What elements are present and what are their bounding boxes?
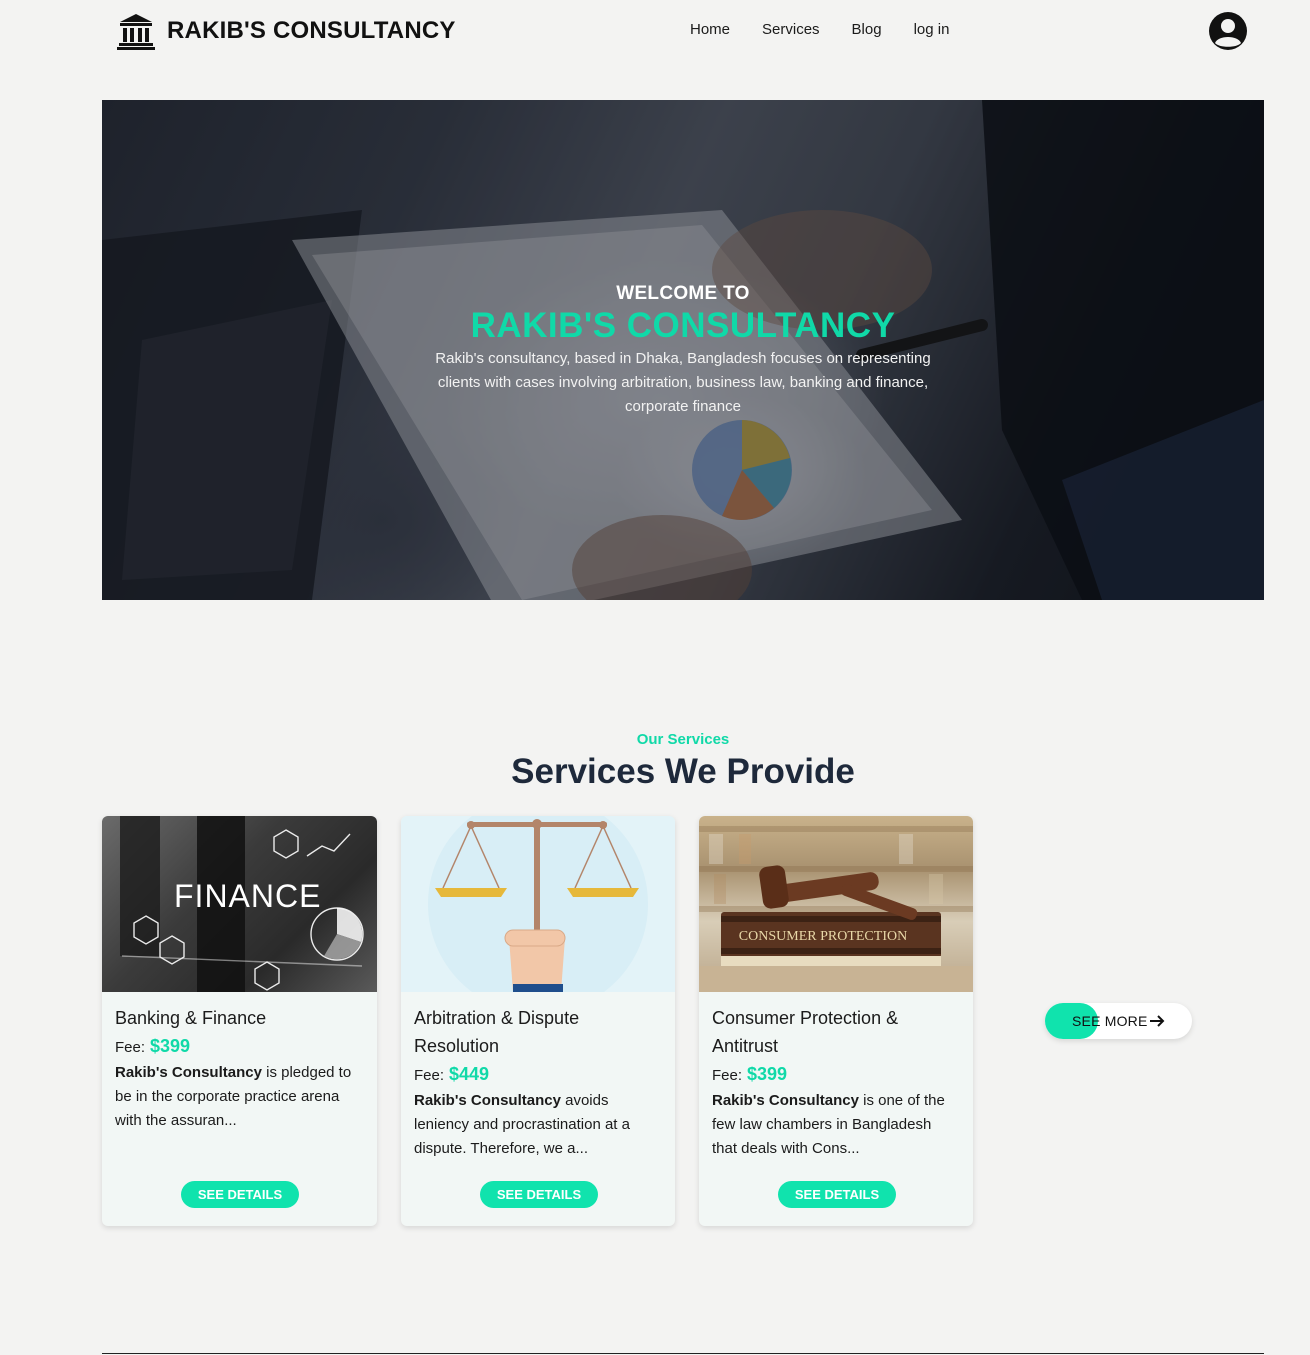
brand-name: RAKIB'S CONSULTANCY <box>167 17 456 44</box>
hero-description: Rakib's consultancy, based in Dhaka, Ban… <box>435 350 931 415</box>
nav-link-blog[interactable]: Blog <box>852 21 882 38</box>
card-fee: Fee: $399 <box>115 1036 364 1057</box>
nav-link-services[interactable]: Services <box>762 21 820 38</box>
nav-link-login[interactable]: log in <box>914 21 950 38</box>
see-details-button[interactable]: SEE DETAILS <box>480 1181 598 1208</box>
card-body: Arbitration & Dispute Resolution Fee: $4… <box>401 992 675 1161</box>
hero-content: WELCOME TO RAKIB'S CONSULTANCY Rakib's c… <box>102 283 1264 419</box>
see-details-button[interactable]: SEE DETAILS <box>778 1181 896 1208</box>
consumer-protection-image: CONSUMER PROTECTION <box>699 816 973 992</box>
hero-banner: WELCOME TO RAKIB'S CONSULTANCY Rakib's c… <box>102 100 1264 600</box>
fee-value: $399 <box>747 1064 788 1084</box>
card-description: Rakib's Consultancy is one of the few la… <box>712 1089 960 1161</box>
nav-links: Home Services Blog log in <box>690 21 949 38</box>
fee-value: $399 <box>150 1036 191 1056</box>
card-title: Banking & Finance <box>115 1008 267 1028</box>
footer-divider <box>102 1353 1264 1354</box>
services-title: Services We Provide <box>511 752 855 791</box>
hero-title: RAKIB'S CONSULTANCY <box>470 306 896 345</box>
user-circle-icon[interactable] <box>1207 10 1249 52</box>
service-card-arbitration: Arbitration & Dispute Resolution Fee: $4… <box>401 816 675 1226</box>
card-fee: Fee: $399 <box>712 1064 960 1085</box>
card-description: Rakib's Consultancy is pledged to be in … <box>115 1061 364 1133</box>
card-description: Rakib's Consultancy avoids leniency and … <box>414 1089 662 1161</box>
scale-image <box>401 816 675 992</box>
card-body: Banking & Finance Fee: $399 Rakib's Cons… <box>102 992 377 1133</box>
gavel-book-illustration: CONSUMER PROTECTION <box>699 826 973 992</box>
card-desc-bold: Rakib's Consultancy <box>414 1092 561 1109</box>
fee-label: Fee: <box>712 1067 743 1084</box>
see-details-button[interactable]: SEE DETAILS <box>181 1181 299 1208</box>
fee-label: Fee: <box>414 1067 445 1084</box>
see-more-label: SEE MORE <box>1072 1013 1148 1029</box>
service-card-consumer-protection: CONSUMER PROTECTION Consumer Protection … <box>699 816 973 1226</box>
arrow-right-icon <box>1150 1015 1165 1027</box>
card-fee: Fee: $449 <box>414 1064 662 1085</box>
card-title: Arbitration & Dispute Resolution <box>414 1008 580 1056</box>
fee-value: $449 <box>449 1064 490 1084</box>
see-more-button[interactable]: SEE MORE <box>1045 1003 1192 1039</box>
card-desc-bold: Rakib's Consultancy <box>712 1092 859 1109</box>
service-card-banking: FINANCE Banking & Finance Fee: $399 Raki… <box>102 816 377 1226</box>
fee-label: Fee: <box>115 1039 146 1056</box>
scale-of-justice-icon <box>428 816 648 992</box>
navbar: RAKIB'S CONSULTANCY Home Services Blog l… <box>0 0 1310 62</box>
nav-link-home[interactable]: Home <box>690 21 730 38</box>
hero-welcome: WELCOME TO <box>616 283 750 304</box>
book-spine-text: CONSUMER PROTECTION <box>739 929 907 944</box>
card-desc-bold: Rakib's Consultancy <box>115 1064 262 1081</box>
finance-image-text: FINANCE <box>174 878 322 914</box>
bank-building-icon <box>117 14 155 50</box>
card-body: Consumer Protection & Antitrust Fee: $39… <box>699 992 973 1161</box>
brand-logo[interactable]: RAKIB'S CONSULTANCY <box>117 12 456 50</box>
finance-image: FINANCE <box>102 816 377 992</box>
services-kicker: Our Services <box>636 731 730 748</box>
card-title: Consumer Protection & Antitrust <box>712 1008 899 1056</box>
